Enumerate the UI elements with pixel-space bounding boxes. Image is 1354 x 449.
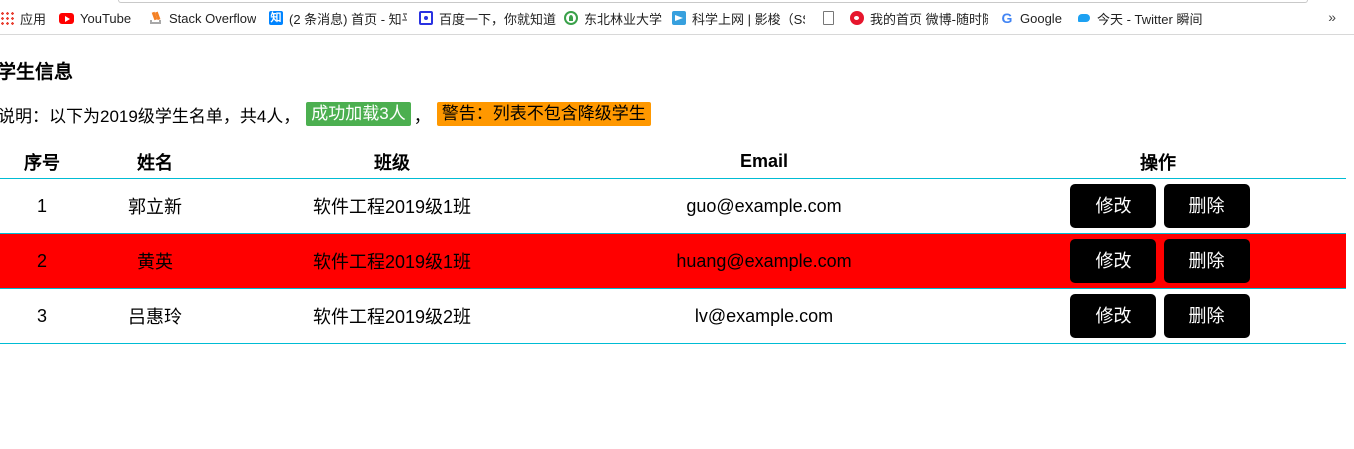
bookmark-apps[interactable]: 应用 xyxy=(0,9,46,27)
google-icon: G xyxy=(1001,10,1013,26)
cell-actions: 修改 删除 xyxy=(970,178,1346,234)
bookmark-proxy[interactable]: 科学上网 | 影梭（SS xyxy=(672,9,805,27)
delete-button[interactable]: 删除 xyxy=(1163,184,1250,228)
delete-button[interactable]: 删除 xyxy=(1163,239,1250,283)
row-actions: 修改 删除 xyxy=(1069,239,1250,283)
bookmark-weibo[interactable]: 我的首页 微博-随时随 xyxy=(850,9,988,27)
bookmarks-bar: 应用 YouTube Stack Overflow 知 (2 条消息) 首页 -… xyxy=(0,0,1354,35)
document-icon xyxy=(823,11,834,25)
delete-button[interactable]: 删除 xyxy=(1163,294,1250,338)
header-actions: 操作 xyxy=(970,145,1346,179)
bookmark-label: 我的首页 微博-随时随 xyxy=(870,11,988,27)
nefu-icon xyxy=(564,11,578,25)
table-row-highlighted: 2 黄英 软件工程2019级1班 huang@example.com 修改 删除 xyxy=(0,233,1346,289)
bookmark-label: 应用 xyxy=(20,11,47,27)
bookmark-label: Google xyxy=(1020,10,1062,26)
bookmark-label: 科学上网 | 影梭（SS xyxy=(692,11,805,27)
address-bar-edge xyxy=(118,0,1308,3)
table-row: 1 郭立新 软件工程2019级1班 guo@example.com 修改 删除 xyxy=(0,178,1346,234)
description: 说明：以下为2019级学生名单，共4人， 成功加载3人 ， 警告：列表不包含降级… xyxy=(0,101,651,127)
bookmark-zhihu[interactable]: 知 (2 条消息) 首页 - 知平 xyxy=(269,9,407,27)
separator: ， xyxy=(413,106,431,126)
header-no: 序号 xyxy=(0,145,84,179)
zhihu-icon: 知 xyxy=(269,11,283,25)
page-title: 学生信息 xyxy=(0,62,74,83)
bookmark-label: Stack Overflow xyxy=(169,10,257,26)
edit-button[interactable]: 修改 xyxy=(1070,184,1157,228)
bookmark-label: YouTube xyxy=(80,10,132,26)
bookmark-label: (2 条消息) 首页 - 知平 xyxy=(289,11,407,27)
cell-actions: 修改 删除 xyxy=(970,288,1346,344)
baidu-icon xyxy=(419,11,433,25)
cell-actions: 修改 删除 xyxy=(970,233,1346,289)
warning-badge: 警告：列表不包含降级学生 xyxy=(436,102,651,126)
cell-name: 郭立新 xyxy=(84,178,226,234)
edit-button[interactable]: 修改 xyxy=(1070,239,1157,283)
bookmark-youtube[interactable]: YouTube xyxy=(59,9,131,27)
cell-no: 1 xyxy=(0,178,84,234)
weibo-icon xyxy=(850,11,864,25)
twitter-icon xyxy=(1077,11,1091,25)
more-bookmarks-chevron-icon[interactable]: » xyxy=(1328,9,1336,25)
bookmark-baidu[interactable]: 百度一下，你就知道 xyxy=(419,9,556,27)
cell-class: 软件工程2019级1班 xyxy=(226,233,558,289)
table-row: 3 吕惠玲 软件工程2019级2班 lv@example.com 修改 删除 xyxy=(0,288,1346,344)
success-badge: 成功加载3人 xyxy=(306,102,411,126)
description-text: 说明：以下为2019级学生名单，共4人， xyxy=(0,106,301,126)
stackoverflow-icon xyxy=(149,11,163,25)
apps-grid-icon xyxy=(0,11,14,25)
row-actions: 修改 删除 xyxy=(1069,184,1250,228)
bookmark-label: 今天 - Twitter 瞬间 xyxy=(1097,11,1203,27)
header-name: 姓名 xyxy=(84,145,226,179)
header-class: 班级 xyxy=(226,145,558,179)
cell-email: lv@example.com xyxy=(558,288,970,344)
telegram-icon xyxy=(672,11,686,25)
youtube-icon xyxy=(59,12,74,24)
bookmark-document[interactable] xyxy=(823,9,840,27)
cell-name: 黄英 xyxy=(84,233,226,289)
table-header-row: 序号 姓名 班级 Email 操作 xyxy=(0,145,1346,179)
bookmark-stackoverflow[interactable]: Stack Overflow xyxy=(149,9,256,27)
bookmark-label: 百度一下，你就知道 xyxy=(439,11,557,27)
cell-email: guo@example.com xyxy=(558,178,970,234)
bookmark-nefu[interactable]: 东北林业大学 xyxy=(564,9,662,27)
cell-class: 软件工程2019级1班 xyxy=(226,178,558,234)
edit-button[interactable]: 修改 xyxy=(1070,294,1157,338)
bookmark-google[interactable]: G Google xyxy=(1000,9,1062,27)
cell-email: huang@example.com xyxy=(558,233,970,289)
header-email: Email xyxy=(558,145,970,179)
row-actions: 修改 删除 xyxy=(1069,294,1250,338)
cell-no: 3 xyxy=(0,288,84,344)
cell-no: 2 xyxy=(0,233,84,289)
bookmark-twitter[interactable]: 今天 - Twitter 瞬间 xyxy=(1077,9,1202,27)
bookmark-label: 东北林业大学 xyxy=(584,11,663,27)
cell-class: 软件工程2019级2班 xyxy=(226,288,558,344)
cell-name: 吕惠玲 xyxy=(84,288,226,344)
student-table: 序号 姓名 班级 Email 操作 1 郭立新 软件工程2019级1班 guo@… xyxy=(0,145,1346,344)
